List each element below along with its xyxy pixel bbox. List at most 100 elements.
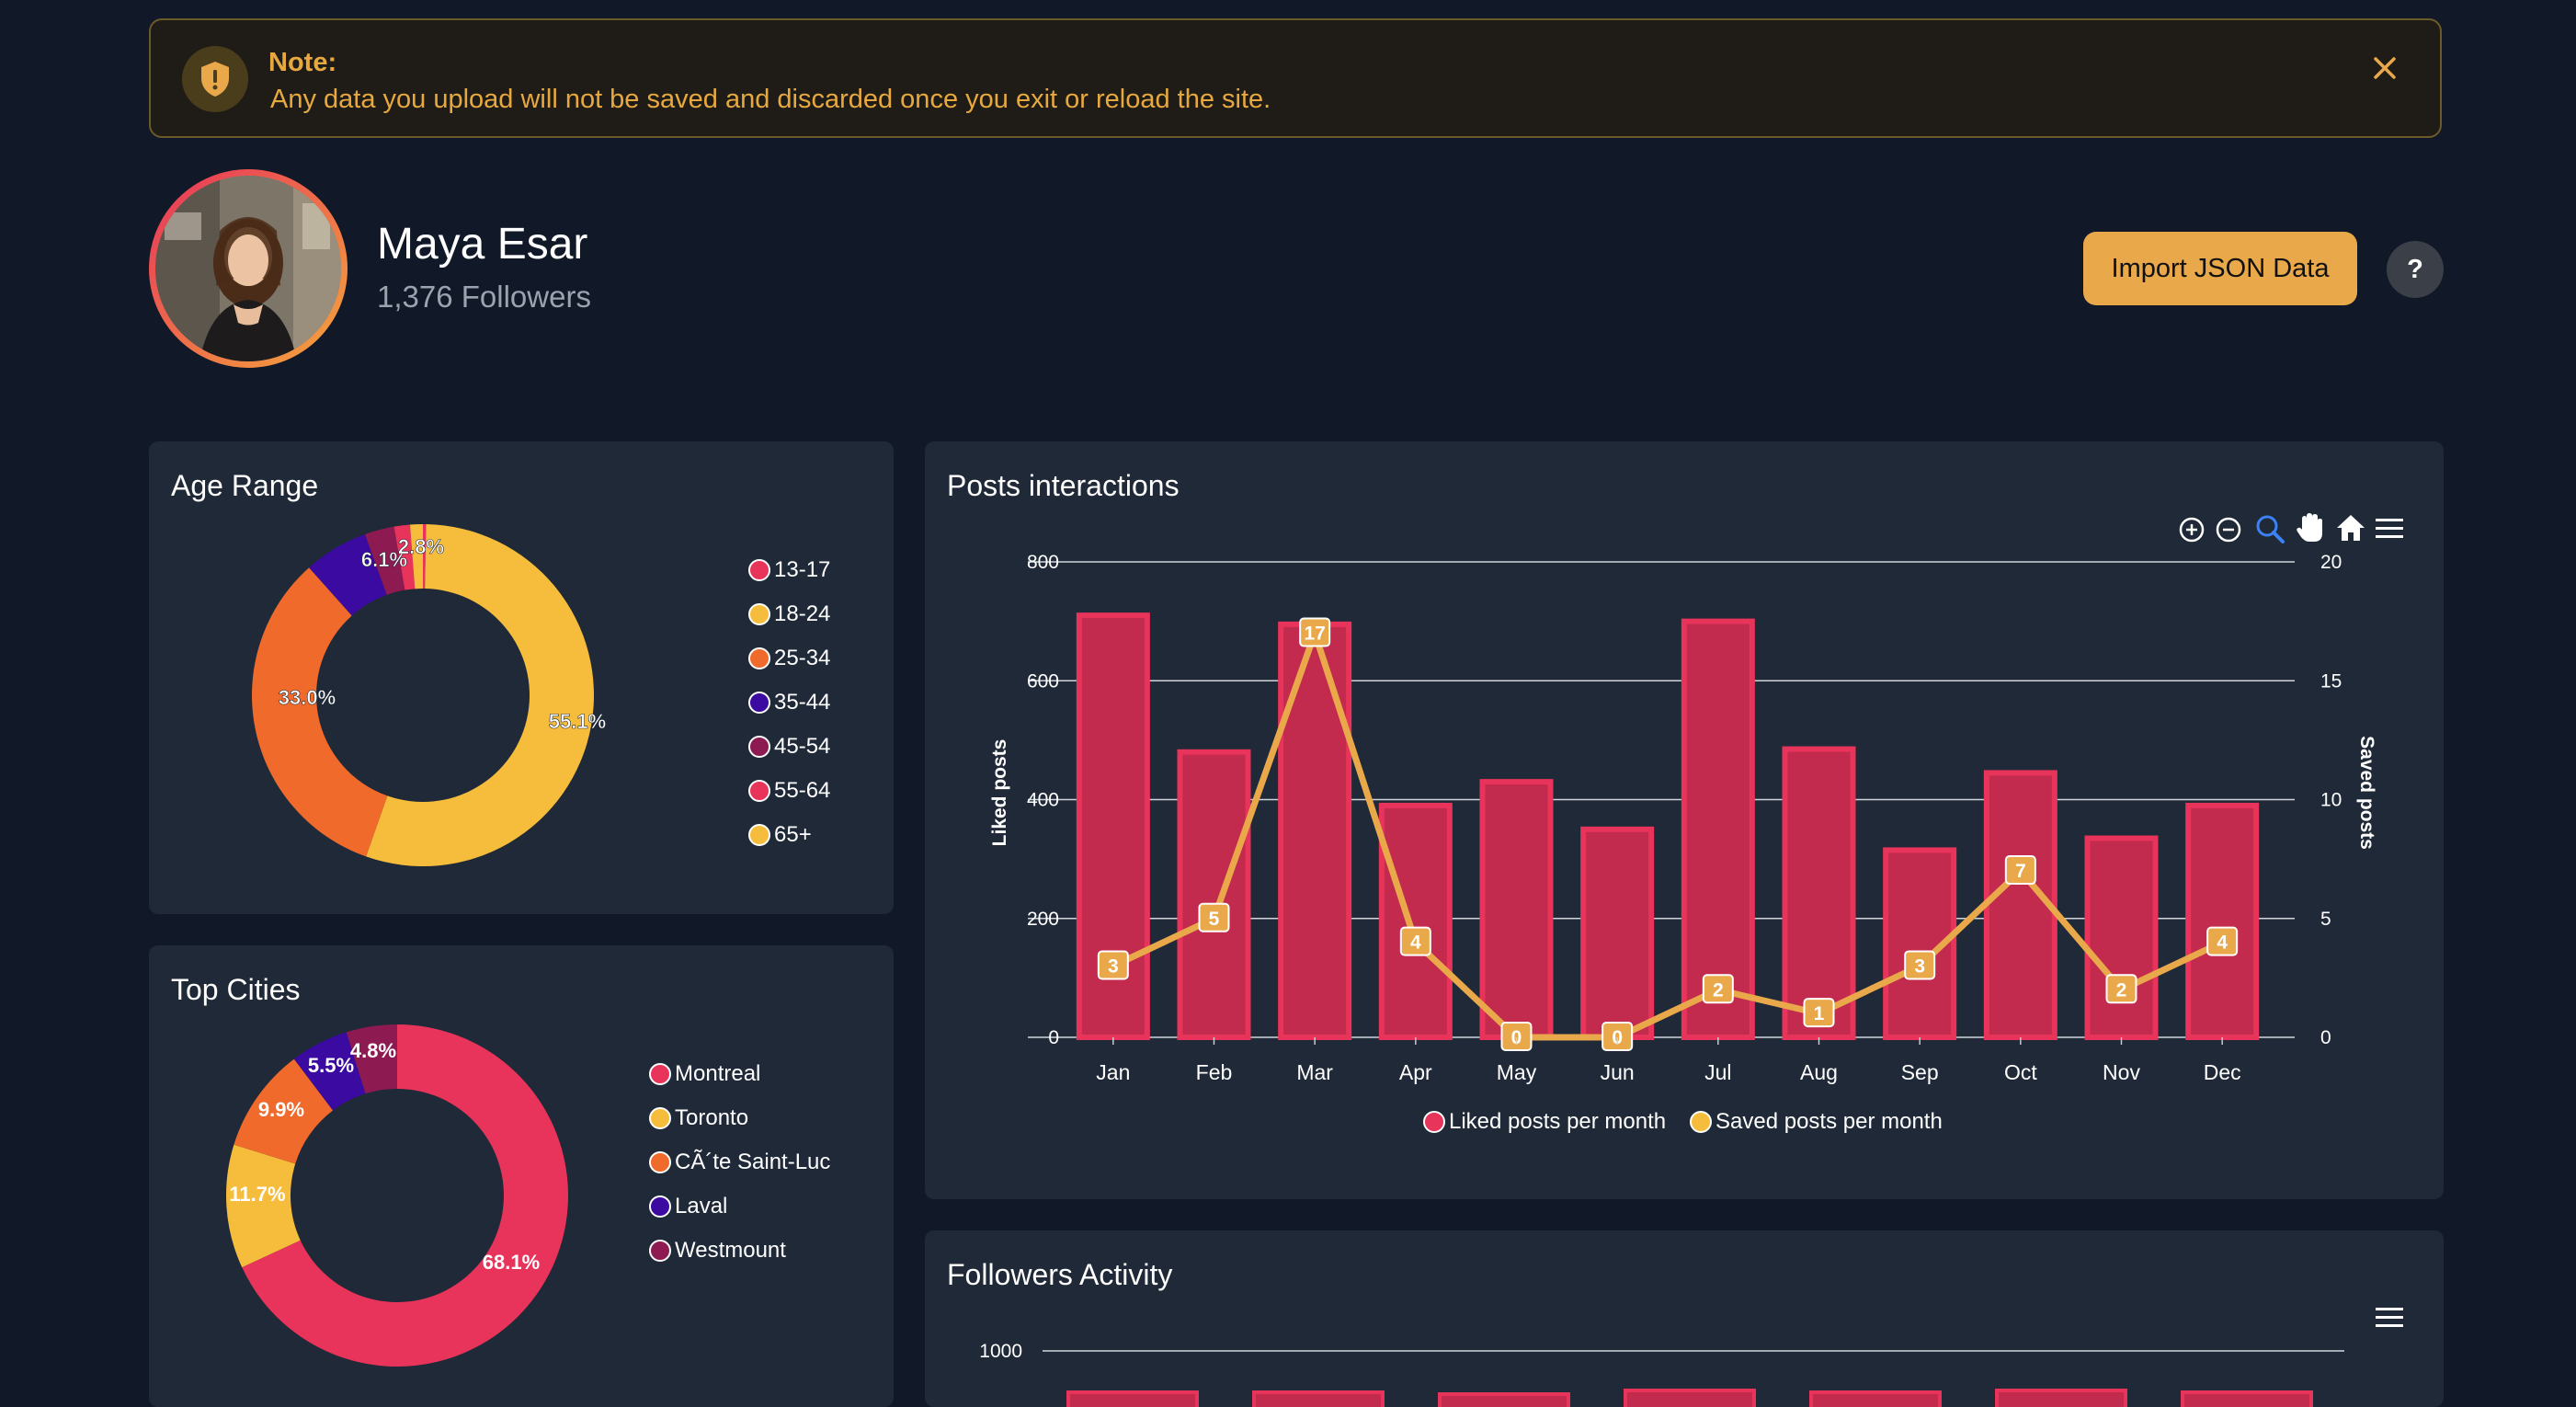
age-legend-dot: [748, 647, 770, 669]
liked-bar-oct[interactable]: [1983, 770, 2057, 1040]
left-tick-label: 800: [1027, 552, 1059, 573]
followers-bar[interactable]: [2181, 1390, 2313, 1407]
age-legend-55-64[interactable]: 55-64: [748, 778, 830, 804]
age-range-card: Age Range 6.1% 2.8% 33.0% 55.1% 13-17 18-…: [149, 441, 894, 914]
age-slice-25-34[interactable]: [252, 567, 388, 857]
followers-bar[interactable]: [1438, 1392, 1570, 1407]
city-legend-label: Montreal: [675, 1061, 761, 1086]
age-legend-25-34[interactable]: 25-34: [748, 646, 830, 671]
saved-data-label: 1: [1814, 1003, 1825, 1024]
age-legend-label: 18-24: [774, 601, 831, 626]
liked-bar-dec[interactable]: [2185, 802, 2260, 1040]
x-tick-label-feb: Feb: [1196, 1060, 1233, 1084]
followers-bar[interactable]: [1995, 1389, 2127, 1407]
age-legend-18-24[interactable]: 18-24: [748, 601, 830, 627]
avatar-photo: [155, 176, 341, 361]
city-label-westmount: 4.8%: [350, 1039, 396, 1062]
age-legend-label: 45-54: [774, 734, 831, 759]
x-tick-label-dec: Dec: [2204, 1060, 2241, 1084]
left-tick-label: 600: [1027, 670, 1059, 692]
age-legend-label: 13-17: [774, 557, 831, 582]
liked-bar-feb[interactable]: [1177, 749, 1251, 1040]
legend-saved-posts[interactable]: Saved posts per month: [1690, 1109, 1943, 1135]
x-tick-label-nov: Nov: [2103, 1060, 2140, 1084]
city-legend-dot: [649, 1195, 671, 1218]
x-tick-label-oct: Oct: [2004, 1060, 2037, 1084]
legend-saved-label: Saved posts per month: [1715, 1109, 1943, 1134]
notice-title: Note:: [268, 48, 337, 77]
liked-bar-nov[interactable]: [2084, 835, 2159, 1040]
followers-bar[interactable]: [1252, 1390, 1385, 1407]
legend-liked-posts[interactable]: Liked posts per month: [1423, 1109, 1666, 1135]
x-tick-label-may: May: [1497, 1060, 1537, 1084]
age-legend-65[interactable]: 65+: [748, 822, 812, 848]
right-tick-label: 10: [2320, 790, 2342, 811]
x-tick-label-jan: Jan: [1096, 1060, 1130, 1084]
age-legend-dot: [748, 736, 770, 758]
followers-bar[interactable]: [1624, 1389, 1756, 1407]
notice-text: Any data you upload will not be saved an…: [270, 85, 1271, 114]
x-tick-label-mar: Mar: [1296, 1060, 1333, 1084]
city-legend-westmount[interactable]: Westmount: [649, 1238, 786, 1264]
age-legend-dot: [748, 603, 770, 625]
city-legend-montreal[interactable]: Montreal: [649, 1061, 760, 1087]
shield-alert-icon: [182, 46, 248, 112]
followers-activity-card: Followers Activity 1000: [925, 1230, 2444, 1407]
x-tick-label-sep: Sep: [1901, 1060, 1939, 1084]
right-axis-label: Saved posts: [2356, 736, 2377, 850]
age-legend-label: 25-34: [774, 646, 831, 670]
left-tick-label: 200: [1027, 909, 1059, 930]
saved-data-label: 2: [1713, 979, 1724, 1001]
age-legend-dot: [748, 692, 770, 714]
legend-dot-liked: [1423, 1111, 1445, 1133]
posts-interactions-card: Posts interactions 3 5 17 4 0 0 2 1 3 7 2 4 800 600 4…: [925, 441, 2444, 1199]
liked-bar-apr[interactable]: [1378, 802, 1453, 1040]
age-label-45-54: 2.8%: [398, 535, 444, 558]
age-legend-dot: [748, 824, 770, 846]
saved-data-label: 4: [1410, 932, 1421, 954]
city-label-cote-saint-luc: 9.9%: [258, 1098, 304, 1121]
city-legend-dot: [649, 1063, 671, 1085]
city-legend-toronto[interactable]: Toronto: [649, 1105, 748, 1131]
city-legend-dot: [649, 1240, 671, 1262]
profile-name: Maya Esar: [377, 220, 588, 269]
saved-data-label: 3: [1108, 955, 1119, 977]
city-label-montreal: 68.1%: [483, 1251, 540, 1274]
liked-bar-mar[interactable]: [1278, 621, 1352, 1040]
followers-bar[interactable]: [1066, 1390, 1199, 1407]
city-label-toronto: 11.7%: [229, 1183, 285, 1206]
saved-data-label: 5: [1209, 909, 1220, 930]
saved-data-label: 4: [2217, 932, 2228, 954]
age-legend-label: 55-64: [774, 778, 831, 803]
city-legend-label: Toronto: [675, 1105, 749, 1130]
city-legend-c-te-saint-luc[interactable]: CÃ´te Saint-Luc: [649, 1150, 830, 1175]
liked-bar-jun[interactable]: [1580, 826, 1655, 1040]
left-tick-label: 0: [1048, 1027, 1059, 1048]
x-tick-label-jun: Jun: [1601, 1060, 1635, 1084]
import-json-button[interactable]: Import JSON Data: [2083, 232, 2357, 305]
saved-data-label: 7: [2015, 861, 2026, 882]
liked-bar-aug[interactable]: [1782, 746, 1856, 1040]
city-label-laval: 5.5%: [308, 1054, 354, 1077]
age-legend-35-44[interactable]: 35-44: [748, 690, 830, 715]
saved-data-label: 17: [1304, 623, 1325, 645]
followers-count: 1,376 Followers: [377, 280, 591, 314]
city-legend-dot: [649, 1107, 671, 1129]
age-label-18-24: 55.1%: [549, 710, 606, 733]
help-button[interactable]: ?: [2387, 241, 2444, 298]
age-legend-45-54[interactable]: 45-54: [748, 734, 830, 760]
close-icon[interactable]: [2366, 50, 2403, 86]
age-legend-label: 35-44: [774, 690, 831, 715]
age-legend-dot: [748, 780, 770, 802]
right-tick-label: 20: [2320, 552, 2342, 573]
age-legend-13-17[interactable]: 13-17: [748, 557, 830, 583]
followers-tick-1000: 1000: [979, 1341, 1022, 1362]
followers-bar[interactable]: [1809, 1390, 1942, 1407]
liked-bar-may[interactable]: [1479, 779, 1554, 1040]
left-axis-label: Liked posts: [989, 739, 1010, 847]
x-tick-label-jul: Jul: [1704, 1060, 1731, 1084]
city-legend-laval[interactable]: Laval: [649, 1194, 727, 1219]
left-tick-label: 400: [1027, 790, 1059, 811]
right-tick-label: 0: [2320, 1027, 2331, 1048]
age-label-25-34: 33.0%: [279, 686, 336, 709]
